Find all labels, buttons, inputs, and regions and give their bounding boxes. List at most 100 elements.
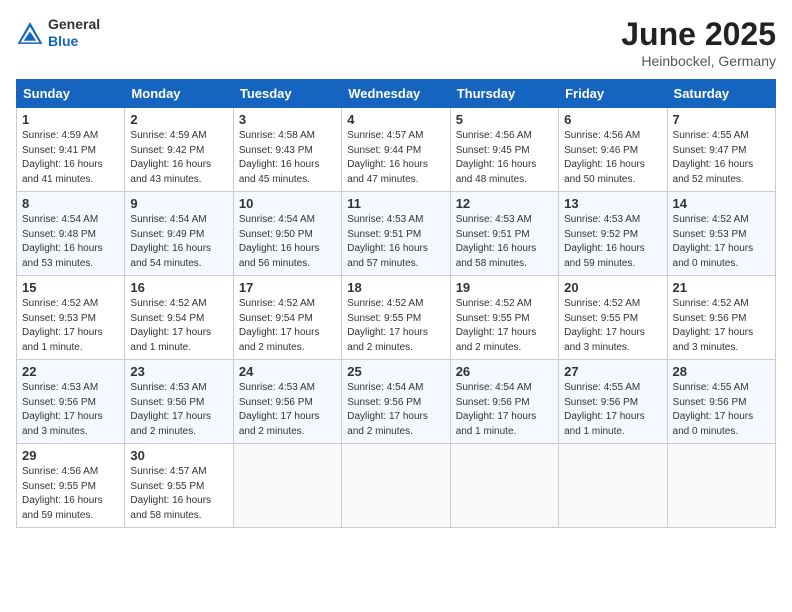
day-info: Sunrise: 4:52 AMSunset: 9:55 PMDaylight:… — [456, 297, 553, 355]
day-info: Sunrise: 4:55 AMSunset: 9:56 PMDaylight:… — [564, 381, 661, 439]
calendar-cell — [450, 444, 558, 528]
calendar-table: SundayMondayTuesdayWednesdayThursdayFrid… — [16, 79, 776, 528]
calendar-cell — [667, 444, 775, 528]
calendar-cell: 10 Sunrise: 4:54 AMSunset: 9:50 PMDayligh… — [233, 192, 341, 276]
calendar-cell: 19 Sunrise: 4:52 AMSunset: 9:55 PMDayligh… — [450, 276, 558, 360]
day-info: Sunrise: 4:57 AMSunset: 9:55 PMDaylight:… — [130, 465, 227, 523]
day-number: 24 — [239, 364, 336, 379]
calendar-week-row: 8Sunrise: 4:54 AMSunset: 9:48 PMDaylight… — [17, 192, 776, 276]
day-info: Sunrise: 4:54 AMSunset: 9:56 PMDaylight:… — [347, 381, 444, 439]
calendar-cell — [559, 444, 667, 528]
logo-general: General — [48, 16, 100, 33]
day-info: Sunrise: 4:54 AMSunset: 9:48 PMDaylight:… — [22, 213, 119, 271]
calendar-cell: 24 Sunrise: 4:53 AMSunset: 9:56 PMDayligh… — [233, 360, 341, 444]
calendar-cell: 23 Sunrise: 4:53 AMSunset: 9:56 PMDayligh… — [125, 360, 233, 444]
calendar-cell: 8Sunrise: 4:54 AMSunset: 9:48 PMDaylight… — [17, 192, 125, 276]
weekday-header-row: SundayMondayTuesdayWednesdayThursdayFrid… — [17, 80, 776, 108]
day-info: Sunrise: 4:55 AMSunset: 9:56 PMDaylight:… — [673, 381, 770, 439]
day-info: Sunrise: 4:53 AMSunset: 9:51 PMDaylight:… — [456, 213, 553, 271]
day-info: Sunrise: 4:53 AMSunset: 9:56 PMDaylight:… — [239, 381, 336, 439]
day-info: Sunrise: 4:56 AMSunset: 9:46 PMDaylight:… — [564, 129, 661, 187]
day-info: Sunrise: 4:52 AMSunset: 9:54 PMDaylight:… — [239, 297, 336, 355]
calendar-cell: 28 Sunrise: 4:55 AMSunset: 9:56 PMDayligh… — [667, 360, 775, 444]
calendar-cell: 16 Sunrise: 4:52 AMSunset: 9:54 PMDayligh… — [125, 276, 233, 360]
logo-blue: Blue — [48, 33, 100, 50]
weekday-header-thursday: Thursday — [450, 80, 558, 108]
calendar-cell: 3 Sunrise: 4:58 AMSunset: 9:43 PMDaylight… — [233, 108, 341, 192]
calendar-week-row: 29 Sunrise: 4:56 AMSunset: 9:55 PMDayligh… — [17, 444, 776, 528]
calendar-cell: 13Sunrise: 4:53 AMSunset: 9:52 PMDayligh… — [559, 192, 667, 276]
weekday-header-wednesday: Wednesday — [342, 80, 450, 108]
day-number: 4 — [347, 112, 444, 127]
day-info: Sunrise: 4:59 AMSunset: 9:41 PMDaylight:… — [22, 129, 119, 187]
day-number: 20 — [564, 280, 661, 295]
month-title: June 2025 — [621, 16, 776, 53]
day-number: 11 — [347, 196, 444, 211]
location: Heinbockel, Germany — [621, 53, 776, 69]
day-info: Sunrise: 4:53 AMSunset: 9:56 PMDaylight:… — [22, 381, 119, 439]
calendar-week-row: 1 Sunrise: 4:59 AMSunset: 9:41 PMDaylight… — [17, 108, 776, 192]
day-number: 15 — [22, 280, 119, 295]
header: General Blue June 2025 Heinbockel, Germa… — [16, 16, 776, 69]
generalblue-logo-icon — [16, 19, 44, 47]
calendar-week-row: 15 Sunrise: 4:52 AMSunset: 9:53 PMDayligh… — [17, 276, 776, 360]
day-info: Sunrise: 4:56 AMSunset: 9:55 PMDaylight:… — [22, 465, 119, 523]
day-number: 12 — [456, 196, 553, 211]
day-number: 7 — [673, 112, 770, 127]
logo-text: General Blue — [48, 16, 100, 50]
day-info: Sunrise: 4:52 AMSunset: 9:55 PMDaylight:… — [564, 297, 661, 355]
calendar-cell: 2 Sunrise: 4:59 AMSunset: 9:42 PMDaylight… — [125, 108, 233, 192]
day-info: Sunrise: 4:52 AMSunset: 9:55 PMDaylight:… — [347, 297, 444, 355]
day-number: 29 — [22, 448, 119, 463]
day-number: 13 — [564, 196, 661, 211]
calendar-cell: 21Sunrise: 4:52 AMSunset: 9:56 PMDayligh… — [667, 276, 775, 360]
calendar-cell: 17 Sunrise: 4:52 AMSunset: 9:54 PMDayligh… — [233, 276, 341, 360]
day-number: 30 — [130, 448, 227, 463]
calendar-cell: 6 Sunrise: 4:56 AMSunset: 9:46 PMDaylight… — [559, 108, 667, 192]
day-number: 26 — [456, 364, 553, 379]
day-info: Sunrise: 4:54 AMSunset: 9:49 PMDaylight:… — [130, 213, 227, 271]
calendar-week-row: 22 Sunrise: 4:53 AMSunset: 9:56 PMDayligh… — [17, 360, 776, 444]
day-number: 17 — [239, 280, 336, 295]
day-number: 18 — [347, 280, 444, 295]
calendar-cell: 18 Sunrise: 4:52 AMSunset: 9:55 PMDayligh… — [342, 276, 450, 360]
day-number: 25 — [347, 364, 444, 379]
calendar-cell: 12 Sunrise: 4:53 AMSunset: 9:51 PMDayligh… — [450, 192, 558, 276]
day-number: 19 — [456, 280, 553, 295]
day-info: Sunrise: 4:56 AMSunset: 9:45 PMDaylight:… — [456, 129, 553, 187]
day-number: 6 — [564, 112, 661, 127]
day-number: 3 — [239, 112, 336, 127]
day-info: Sunrise: 4:59 AMSunset: 9:42 PMDaylight:… — [130, 129, 227, 187]
day-info: Sunrise: 4:55 AMSunset: 9:47 PMDaylight:… — [673, 129, 770, 187]
calendar-cell: 20 Sunrise: 4:52 AMSunset: 9:55 PMDayligh… — [559, 276, 667, 360]
day-info: Sunrise: 4:52 AMSunset: 9:54 PMDaylight:… — [130, 297, 227, 355]
day-info: Sunrise: 4:53 AMSunset: 9:56 PMDaylight:… — [130, 381, 227, 439]
day-number: 23 — [130, 364, 227, 379]
day-number: 27 — [564, 364, 661, 379]
calendar-cell: 9 Sunrise: 4:54 AMSunset: 9:49 PMDaylight… — [125, 192, 233, 276]
calendar-cell: 29 Sunrise: 4:56 AMSunset: 9:55 PMDayligh… — [17, 444, 125, 528]
calendar-cell: 5 Sunrise: 4:56 AMSunset: 9:45 PMDaylight… — [450, 108, 558, 192]
day-number: 1 — [22, 112, 119, 127]
calendar-cell: 30 Sunrise: 4:57 AMSunset: 9:55 PMDayligh… — [125, 444, 233, 528]
day-info: Sunrise: 4:57 AMSunset: 9:44 PMDaylight:… — [347, 129, 444, 187]
calendar-cell: 26Sunrise: 4:54 AMSunset: 9:56 PMDayligh… — [450, 360, 558, 444]
day-info: Sunrise: 4:54 AMSunset: 9:50 PMDaylight:… — [239, 213, 336, 271]
calendar-cell: 4 Sunrise: 4:57 AMSunset: 9:44 PMDaylight… — [342, 108, 450, 192]
weekday-header-sunday: Sunday — [17, 80, 125, 108]
day-number: 10 — [239, 196, 336, 211]
logo: General Blue — [16, 16, 100, 50]
calendar-cell: 11Sunrise: 4:53 AMSunset: 9:51 PMDayligh… — [342, 192, 450, 276]
day-number: 9 — [130, 196, 227, 211]
day-number: 16 — [130, 280, 227, 295]
day-number: 14 — [673, 196, 770, 211]
calendar-cell — [342, 444, 450, 528]
day-info: Sunrise: 4:58 AMSunset: 9:43 PMDaylight:… — [239, 129, 336, 187]
day-number: 22 — [22, 364, 119, 379]
day-number: 5 — [456, 112, 553, 127]
calendar-cell: 14Sunrise: 4:52 AMSunset: 9:53 PMDayligh… — [667, 192, 775, 276]
day-number: 21 — [673, 280, 770, 295]
day-number: 28 — [673, 364, 770, 379]
day-number: 2 — [130, 112, 227, 127]
day-info: Sunrise: 4:52 AMSunset: 9:53 PMDaylight:… — [22, 297, 119, 355]
